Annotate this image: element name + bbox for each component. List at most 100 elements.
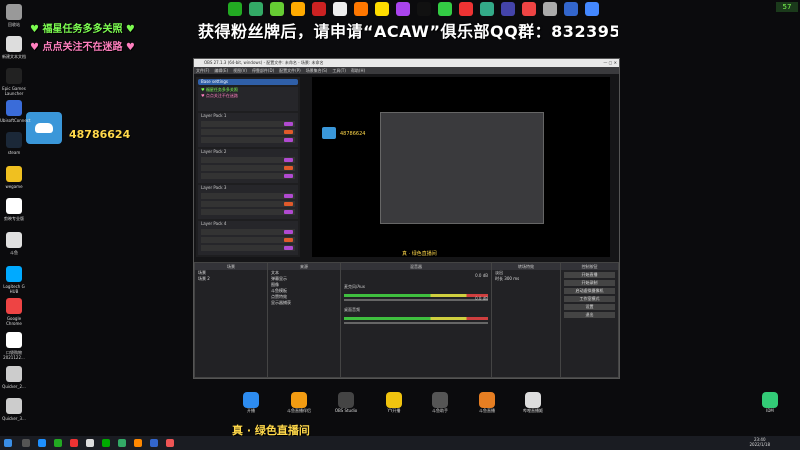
preview-area[interactable]: Base settings ♥ 福星任务多多关照 ♥ 点点关注不在迷路 Laye…: [194, 74, 619, 262]
layer-title[interactable]: Base settings: [198, 79, 298, 85]
desktop-icon[interactable]: Quicker_3...: [0, 398, 28, 421]
desktop-icon[interactable]: UbisoftConnect: [0, 100, 31, 123]
layer-row[interactable]: [201, 237, 295, 243]
app-icon[interactable]: [312, 2, 326, 16]
menu-item[interactable]: 编辑(E): [214, 68, 228, 73]
menu-item[interactable]: 场景集合(S): [306, 68, 328, 73]
desktop-icon[interactable]: 新建文本文档: [0, 36, 28, 59]
layer-row[interactable]: [201, 209, 295, 215]
desktop-icon[interactable]: 剪映专业版: [0, 198, 28, 221]
app-icon[interactable]: [585, 2, 599, 16]
desktop-icon[interactable]: steam: [0, 132, 28, 155]
shortcut-icon[interactable]: OBS Studio: [333, 392, 359, 413]
layer-pack[interactable]: Layer Pack 3: [198, 185, 298, 219]
app-icon[interactable]: [228, 2, 242, 16]
menu-item[interactable]: 停靠部件(D): [252, 68, 274, 73]
toggle-button[interactable]: [284, 202, 293, 206]
desktop-icon[interactable]: Google Chrome: [0, 298, 28, 326]
shortcut-icon[interactable]: 斗鱼助手: [427, 392, 453, 414]
taskbar-app-icon[interactable]: [54, 439, 62, 447]
taskbar-app-icon[interactable]: [22, 439, 30, 447]
shortcut-icon[interactable]: YY开播: [381, 392, 407, 414]
app-icon[interactable]: [291, 2, 305, 16]
layer-row[interactable]: [201, 173, 295, 179]
desktop-icon[interactable]: Quicker_2...: [0, 366, 28, 389]
taskbar-app-icon[interactable]: [166, 439, 174, 447]
toggle-button[interactable]: [284, 122, 293, 126]
app-icon[interactable]: [501, 2, 515, 16]
menu-item[interactable]: 文件(F): [196, 68, 209, 73]
window-controls[interactable]: — ▢ ✕: [603, 59, 617, 67]
layer-pack[interactable]: Layer Pack 1: [198, 113, 298, 147]
toggle-button[interactable]: [284, 158, 293, 162]
desktop-icon[interactable]: Epic Games Launcher: [0, 68, 28, 96]
control-button[interactable]: 开始录制: [564, 280, 615, 286]
taskbar-app-icon[interactable]: [150, 439, 158, 447]
app-icon[interactable]: [480, 2, 494, 16]
app-icon[interactable]: [270, 2, 284, 16]
app-icon[interactable]: [438, 2, 452, 16]
taskbar-app-icon[interactable]: [102, 439, 110, 447]
app-icon[interactable]: [543, 2, 557, 16]
app-icon[interactable]: [333, 2, 347, 16]
app-icon[interactable]: [564, 2, 578, 16]
duration-field[interactable]: 时长 300 ms: [492, 276, 560, 282]
taskbar-app-icon[interactable]: [134, 439, 142, 447]
taskbar-app-icon[interactable]: [86, 439, 94, 447]
app-icon[interactable]: [459, 2, 473, 16]
source-item[interactable]: 显示器捕获: [268, 300, 340, 306]
menu-item[interactable]: 配置文件(P): [279, 68, 301, 73]
control-button[interactable]: 工作室模式: [564, 296, 615, 302]
desktop-icon[interactable]: 回收站: [0, 4, 28, 27]
menu-item[interactable]: 视图(V): [233, 68, 247, 73]
clock[interactable]: 23:40 2022/1/18: [749, 437, 770, 447]
shortcut-icon[interactable]: 开播: [238, 392, 264, 414]
shortcut-icon[interactable]: 斗鱼直播: [474, 392, 500, 414]
layer-row[interactable]: [201, 129, 295, 135]
control-button[interactable]: 退出: [564, 312, 615, 318]
toggle-button[interactable]: [284, 138, 293, 142]
shortcut-icon[interactable]: 斗鱼直播伴侣: [286, 392, 312, 414]
shortcut-icon[interactable]: 哔哩直播姬: [520, 392, 546, 414]
control-button[interactable]: 开始直播: [564, 272, 615, 278]
scene-item[interactable]: 场景 2: [195, 276, 267, 282]
menu-item[interactable]: 工具(T): [332, 68, 346, 73]
layer-row[interactable]: [201, 137, 295, 143]
taskbar-app-icon[interactable]: [70, 439, 78, 447]
layer-row[interactable]: [201, 193, 295, 199]
layer-row[interactable]: [201, 165, 295, 171]
toggle-button[interactable]: [284, 194, 293, 198]
toggle-button[interactable]: [284, 238, 293, 242]
layer-row[interactable]: [201, 229, 295, 235]
app-icon[interactable]: [354, 2, 368, 16]
desktop-icon[interactable]: 口袋购物2021122...: [0, 332, 28, 360]
control-button[interactable]: 启动虚拟摄像机: [564, 288, 615, 294]
volume-slider[interactable]: [344, 322, 488, 324]
taskbar-app-icon[interactable]: [38, 439, 46, 447]
app-icon[interactable]: [375, 2, 389, 16]
layer-pack[interactable]: Layer Pack 2: [198, 149, 298, 183]
toggle-button[interactable]: [284, 166, 293, 170]
taskbar-app-icon[interactable]: [118, 439, 126, 447]
obs-window[interactable]: OBS 27.1.3 (64-bit, windows) - 配置文件: 未命名…: [193, 58, 620, 379]
layer-row[interactable]: [201, 121, 295, 127]
toggle-button[interactable]: [284, 130, 293, 134]
app-icon[interactable]: [417, 2, 431, 16]
layer-row[interactable]: [201, 157, 295, 163]
desktop-icon[interactable]: Logitech G HUB: [0, 266, 28, 294]
layer-row[interactable]: [201, 245, 295, 251]
app-icon[interactable]: [249, 2, 263, 16]
desktop-icon[interactable]: 斗鱼: [0, 232, 28, 255]
app-icon[interactable]: [522, 2, 536, 16]
toggle-button[interactable]: [284, 174, 293, 178]
toggle-button[interactable]: [284, 230, 293, 234]
layer-pack[interactable]: Layer Pack 4: [198, 221, 298, 255]
layer-row[interactable]: [201, 201, 295, 207]
app-icon[interactable]: [396, 2, 410, 16]
start-icon[interactable]: [4, 439, 12, 447]
menu-item[interactable]: 帮助(H): [351, 68, 365, 73]
toggle-button[interactable]: [284, 246, 293, 250]
desktop-icon[interactable]: wegame: [0, 166, 28, 189]
toggle-button[interactable]: [284, 210, 293, 214]
shortcut-icon[interactable]: IDM: [757, 392, 783, 413]
